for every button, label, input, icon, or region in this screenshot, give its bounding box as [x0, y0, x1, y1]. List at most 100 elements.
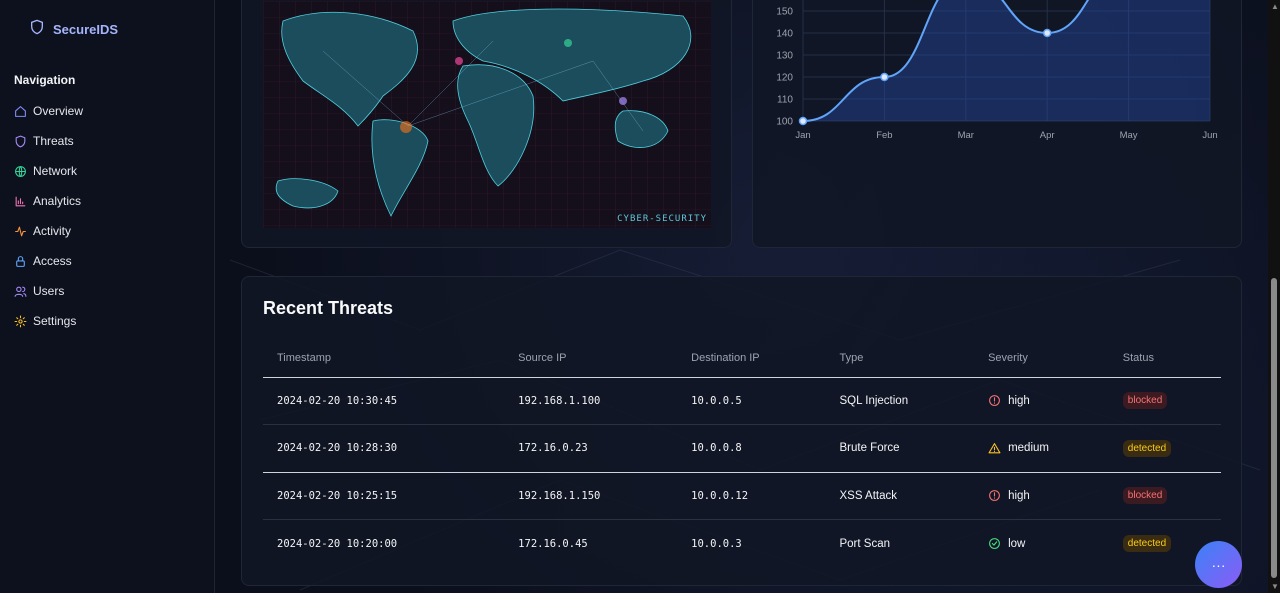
recent-threats-card: Recent Threats Timestamp Source IP Destina…	[241, 276, 1242, 586]
globe-icon	[14, 165, 27, 178]
threat-trend-chart-card: 100 110 120 130 140 150 Jan Feb Mar Apr May Jun	[752, 0, 1242, 248]
brand[interactable]: SecureIDS	[29, 18, 118, 41]
status-badge: detected	[1122, 535, 1172, 552]
data-point	[1042, 28, 1052, 38]
sidebar-item-label: Activity	[33, 224, 72, 238]
timestamp-cell: 2024-02-20 10:30:45	[263, 377, 505, 425]
type-cell: SQL Injection	[825, 377, 975, 425]
type-cell: Port Scan	[839, 537, 890, 550]
sidebar-item-label: Overview	[33, 104, 84, 118]
severity-cell: low	[974, 520, 1109, 568]
sidebar-item-label: Settings	[33, 314, 77, 328]
page-scrollbar[interactable]: ▲ ▼	[1268, 0, 1280, 593]
world-threat-map: CYBER-SECURITY	[263, 1, 711, 228]
scroll-thumb[interactable]	[1271, 278, 1277, 578]
type-cell: Brute Force	[825, 424, 975, 473]
severity-cell: medium	[974, 424, 1109, 473]
bar-chart-icon	[14, 195, 27, 208]
alert-circle-icon	[988, 489, 1001, 502]
y-tick-label: 140	[776, 29, 793, 40]
status-badge: detected	[1122, 439, 1172, 457]
sidebar-item-label: Threats	[33, 134, 74, 148]
scroll-up-arrow-icon[interactable]: ▲	[1271, 2, 1279, 11]
data-point	[798, 116, 808, 126]
section-title: Recent Threats	[263, 298, 394, 318]
x-tick-label: Apr	[1040, 130, 1055, 141]
type-cell: XSS Attack	[825, 472, 975, 520]
column-header: Source IP	[504, 339, 678, 378]
column-header: Type	[825, 339, 975, 378]
sidebar-item-activity[interactable]: Activity	[14, 216, 83, 246]
source-ip-cell: 172.16.0.45	[518, 537, 588, 550]
y-tick-label: 130	[776, 51, 793, 62]
sidebar-item-label: Analytics	[33, 194, 82, 208]
lock-icon	[14, 255, 27, 268]
data-point	[880, 72, 889, 82]
series-area	[803, 0, 1210, 121]
threats-table: Timestamp Source IP Destination IP Type Seve…	[263, 339, 1221, 567]
table-row[interactable]: 2024-02-20 10:28:30 172.16.0.23 10.0.0.8 Br…	[263, 424, 1221, 473]
column-header: Severity	[974, 339, 1109, 378]
source-ip-cell: 192.168.1.150	[504, 472, 678, 520]
status-cell: blocked	[1108, 472, 1221, 520]
table-row[interactable]: 2024-02-20 10:25:15 192.168.1.150 10.0.0.1…	[263, 472, 1221, 520]
status-badge: blocked	[1122, 392, 1168, 410]
shield-logo-icon	[29, 18, 45, 41]
column-header: Destination IP	[677, 339, 826, 378]
status-cell: detected	[1108, 424, 1221, 473]
threat-trend-chart: 100 110 120 130 140 150 Jan Feb Mar Apr May Jun	[776, 0, 1218, 141]
world-map-image	[263, 1, 711, 228]
map-caption: CYBER-SECURITY	[617, 214, 707, 224]
sidebar-item-threats[interactable]: Threats	[14, 126, 83, 156]
sidebar-item-analytics[interactable]: Analytics	[14, 186, 83, 216]
table-header-row: Timestamp Source IP Destination IP Type Seve…	[263, 339, 1221, 378]
destination-ip-cell: 10.0.0.12	[677, 472, 826, 520]
sidebar-item-label: Users	[33, 284, 65, 298]
x-tick-label: May	[1120, 130, 1138, 141]
shield-icon	[14, 135, 27, 148]
sidebar-item-settings[interactable]: Settings	[14, 306, 83, 336]
severity-cell: high	[974, 377, 1109, 425]
severity-cell: high	[974, 472, 1109, 520]
severity-label: high	[1008, 489, 1030, 502]
table-row[interactable]: 2024-02-20 10:30:45 192.168.1.100 10.0.0.5…	[263, 377, 1221, 425]
severity-label: low	[1008, 537, 1026, 550]
destination-ip-cell: 10.0.0.8	[677, 424, 826, 473]
timestamp-cell: 2024-02-20 10:20:00	[277, 537, 398, 550]
users-icon	[14, 285, 27, 298]
source-ip-cell: 192.168.1.100	[504, 377, 678, 425]
home-icon	[14, 105, 27, 118]
sidebar-item-network[interactable]: Network	[14, 156, 83, 186]
sidebar-item-access[interactable]: Access	[14, 246, 83, 276]
check-circle-icon	[988, 537, 1001, 550]
y-tick-label: 100	[776, 117, 793, 128]
sidebar-item-label: Network	[33, 164, 78, 178]
table-row[interactable]: 2024-02-20 10:20:00 172.16.0.45 10.0.0.3 Po…	[263, 520, 1221, 568]
gear-icon	[14, 315, 27, 328]
more-options-button[interactable]: ···	[1195, 541, 1242, 588]
status-cell: blocked	[1108, 377, 1221, 425]
column-header: Timestamp	[263, 339, 505, 378]
severity-label: medium	[1008, 442, 1049, 455]
activity-icon	[14, 225, 27, 238]
x-tick-label: Jun	[1202, 130, 1217, 141]
sidebar-item-overview[interactable]: Overview	[14, 96, 83, 126]
warning-triangle-icon	[988, 442, 1001, 455]
destination-ip-cell: 10.0.0.3	[691, 537, 742, 550]
destination-ip-cell: 10.0.0.5	[677, 377, 826, 425]
scroll-down-arrow-icon[interactable]: ▼	[1271, 582, 1279, 591]
x-tick-label: Mar	[958, 130, 974, 141]
status-badge: blocked	[1122, 487, 1168, 505]
nav-list: Overview Threats Network Analytics Activity A…	[14, 96, 83, 336]
nav-heading: Navigation	[14, 73, 76, 87]
x-tick-label: Jan	[795, 130, 810, 141]
sidebar-item-users[interactable]: Users	[14, 276, 83, 306]
y-tick-label: 150	[776, 7, 793, 18]
timestamp-cell: 2024-02-20 10:28:30	[263, 424, 505, 473]
timestamp-cell: 2024-02-20 10:25:15	[263, 472, 505, 520]
y-tick-label: 110	[777, 95, 793, 106]
column-header: Status	[1108, 339, 1221, 378]
brand-name: SecureIDS	[53, 22, 119, 37]
source-ip-cell: 172.16.0.23	[504, 424, 678, 473]
x-tick-label: Feb	[876, 130, 892, 141]
